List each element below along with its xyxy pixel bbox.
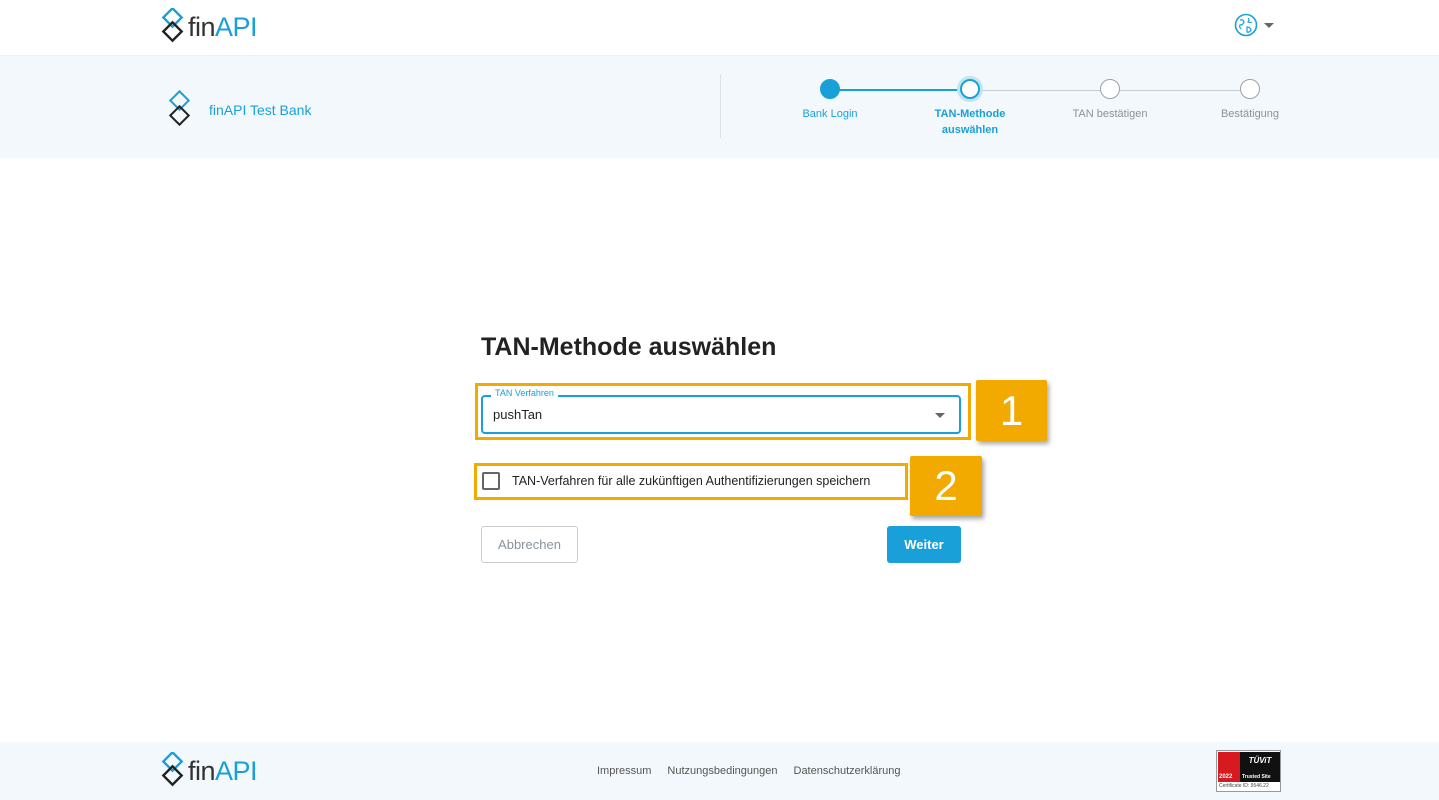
step-label: Bestätigung bbox=[1220, 108, 1280, 120]
step-tan-confirm: TAN bestätigen bbox=[1050, 78, 1170, 122]
next-button[interactable]: Weiter bbox=[887, 526, 961, 563]
tan-method-value: pushTan bbox=[493, 407, 543, 422]
step-dot bbox=[820, 79, 840, 99]
progress-stepper: Bank Login TAN-Methode auswählen TAN bes… bbox=[790, 78, 1290, 148]
bank-logo-icon bbox=[168, 90, 191, 127]
logo-wordmark: finAPI bbox=[188, 11, 258, 42]
tan-method-select[interactable]: pushTan bbox=[481, 395, 961, 434]
footer: finAPI Impressum Nutzungsbedingungen Dat… bbox=[0, 742, 1439, 800]
footer-links: Impressum Nutzungsbedingungen Datenschut… bbox=[597, 765, 901, 777]
page-title: TAN-Methode auswählen bbox=[481, 333, 777, 361]
logo-api: API bbox=[215, 11, 258, 42]
checkbox-label[interactable]: TAN-Verfahren für alle zukünftigen Authe… bbox=[512, 474, 870, 488]
seal-certificate: Certificate ID: 9546.22 bbox=[1219, 783, 1269, 789]
step-tan-method: TAN-Methode auswählen bbox=[915, 78, 1025, 138]
step-label: TAN bestätigen bbox=[1072, 108, 1148, 120]
seal-year: 2022 bbox=[1219, 774, 1233, 780]
annotation-badge-2: 2 bbox=[910, 456, 982, 516]
annotation-badge-1: 1 bbox=[976, 380, 1047, 441]
cancel-button[interactable]: Abbrechen bbox=[481, 526, 578, 563]
step-dot bbox=[1100, 79, 1120, 99]
step-dot bbox=[960, 79, 980, 99]
finapi-logo-icon bbox=[161, 752, 184, 787]
dropdown-caret-icon bbox=[935, 413, 945, 418]
step-confirmation: Bestätigung bbox=[1190, 78, 1310, 122]
step-label: TAN-Methode auswählen bbox=[934, 108, 1006, 136]
privacy-link[interactable]: Datenschutzerklärung bbox=[794, 765, 901, 777]
top-header: finAPI bbox=[0, 0, 1439, 56]
divider bbox=[720, 74, 721, 138]
impressum-link[interactable]: Impressum bbox=[597, 765, 651, 777]
step-bank-login: Bank Login bbox=[770, 78, 890, 122]
seal-label: Trusted Site bbox=[1242, 774, 1271, 780]
terms-link[interactable]: Nutzungsbedingungen bbox=[667, 765, 777, 777]
save-tan-method-checkbox[interactable]: TAN-Verfahren für alle zukünftigen Authe… bbox=[482, 472, 870, 490]
logo-api: API bbox=[215, 755, 258, 786]
logo-fin: fin bbox=[188, 11, 216, 42]
finapi-logo-icon bbox=[161, 8, 184, 43]
tuv-trusted-site-seal[interactable]: TÜViT 2022 Trusted Site Certificate ID: … bbox=[1216, 750, 1281, 792]
bank-bar: finAPI Test Bank Bank Login TAN-Methode … bbox=[0, 56, 1439, 158]
logo-fin: fin bbox=[188, 755, 216, 786]
step-dot bbox=[1240, 79, 1260, 99]
step-label: Bank Login bbox=[802, 108, 858, 120]
finapi-logo[interactable]: finAPI bbox=[160, 8, 258, 46]
bank-info: finAPI Test Bank bbox=[165, 90, 311, 130]
chevron-down-icon bbox=[1264, 22, 1274, 28]
globe-icon bbox=[1234, 13, 1258, 37]
footer-finapi-logo[interactable]: finAPI bbox=[160, 752, 258, 790]
tan-method-label: TAN Verfahren bbox=[491, 388, 558, 398]
bank-name: finAPI Test Bank bbox=[209, 102, 312, 118]
logo-wordmark: finAPI bbox=[188, 755, 258, 786]
checkbox-square[interactable] bbox=[482, 472, 500, 490]
language-selector[interactable] bbox=[1234, 13, 1274, 37]
